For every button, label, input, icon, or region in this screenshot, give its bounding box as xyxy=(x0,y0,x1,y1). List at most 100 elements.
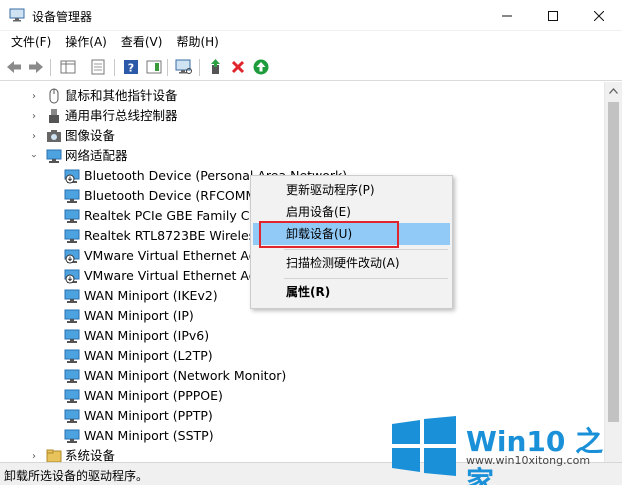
uninstall-toolbar-button[interactable] xyxy=(228,58,248,76)
network-adapter-icon xyxy=(64,209,80,223)
ctx-scan-hardware[interactable]: 扫描检测硬件改动(A) xyxy=(253,252,450,274)
network-adapter-icon xyxy=(64,189,80,203)
tree-category-mice[interactable]: › 鼠标和其他指针设备 xyxy=(0,86,600,106)
tree-device-row[interactable]: WAN Miniport (L2TP) xyxy=(0,346,600,366)
tree-category-label: 图像设备 xyxy=(65,128,116,143)
scroll-thumb[interactable] xyxy=(608,102,619,422)
update-driver-icon xyxy=(211,59,220,74)
monitor-scan-icon xyxy=(175,59,192,74)
camera-icon xyxy=(47,130,61,142)
ctx-properties[interactable]: 属性(R) xyxy=(253,281,450,303)
network-adapter-icon xyxy=(64,389,80,403)
network-adapter-icon xyxy=(64,329,80,343)
usb-icon xyxy=(49,109,59,123)
tree-device-row[interactable]: WAN Miniport (IPv6) xyxy=(0,326,600,346)
tree-device-label: WAN Miniport (IKEv2) xyxy=(84,288,218,303)
toolbar: ? xyxy=(0,54,622,81)
tree-device-label: Realtek PCIe GBE Family Cor xyxy=(84,208,263,223)
action-pane-icon xyxy=(146,60,162,74)
tree-device-label: VMware Virtual Ethernet Ada xyxy=(84,248,265,263)
status-text: 卸载所选设备的驱动程序。 xyxy=(4,469,149,483)
tree-device-row[interactable]: WAN Miniport (IP) xyxy=(0,306,600,326)
tree-category-network-adapters[interactable]: › 网络适配器 xyxy=(0,146,600,166)
menu-action[interactable]: 操作(A) xyxy=(58,32,114,53)
network-adapter-icon xyxy=(64,309,80,323)
chevron-right-icon[interactable]: › xyxy=(28,86,40,106)
windows-logo-icon xyxy=(392,416,456,476)
network-adapter-icon xyxy=(64,229,80,243)
minimize-button[interactable] xyxy=(484,0,530,31)
update-driver-toolbar-button[interactable] xyxy=(206,58,226,76)
tree-category-usb[interactable]: › 通用串行总线控制器 xyxy=(0,106,600,126)
green-up-arrow-icon xyxy=(253,59,269,75)
system-folder-icon xyxy=(46,449,62,462)
tree-category-label: 鼠标和其他指针设备 xyxy=(65,88,178,103)
tree-device-label: WAN Miniport (IPv6) xyxy=(84,328,210,343)
highlight-red-box xyxy=(259,221,399,248)
properties-sheet-icon xyxy=(91,59,105,75)
network-adapter-icon xyxy=(64,409,80,423)
close-icon xyxy=(594,10,604,21)
tree-device-label: WAN Miniport (PPTP) xyxy=(84,408,213,423)
tree-device-label: WAN Miniport (SSTP) xyxy=(84,428,214,443)
toolbar-separator xyxy=(167,59,168,76)
toolbar-separator xyxy=(50,59,51,76)
tree-category-label: 系统设备 xyxy=(65,448,116,462)
ctx-separator xyxy=(284,278,448,279)
ctx-enable-device[interactable]: 启用设备(E) xyxy=(253,201,450,223)
chevron-right-icon[interactable]: › xyxy=(28,126,40,146)
chevron-right-icon[interactable]: › xyxy=(28,106,40,126)
properties-toolbar-button[interactable] xyxy=(88,58,108,76)
maximize-button[interactable] xyxy=(530,0,576,31)
network-adapter-icon xyxy=(64,349,80,363)
vertical-scrollbar[interactable] xyxy=(604,82,622,462)
mouse-icon xyxy=(49,88,59,104)
tree-category-label: 网络适配器 xyxy=(65,148,128,163)
network-adapter-icon xyxy=(46,149,62,163)
tree-device-label: WAN Miniport (L2TP) xyxy=(84,348,213,363)
tree-device-label: WAN Miniport (Network Monitor) xyxy=(84,368,287,383)
console-tree-icon xyxy=(60,60,76,74)
forward-arrow-icon xyxy=(29,61,43,73)
network-adapter-icon xyxy=(64,429,80,443)
enable-device-toolbar-button[interactable] xyxy=(251,58,271,76)
title-bar: 设备管理器 xyxy=(0,0,622,31)
tree-device-label: Realtek RTL8723BE Wireless xyxy=(84,228,262,243)
network-adapter-icon xyxy=(64,289,80,303)
toolbar-separator xyxy=(114,59,115,76)
chevron-up-icon xyxy=(609,87,618,94)
network-adapter-disabled-icon xyxy=(64,169,80,184)
back-button[interactable] xyxy=(4,58,24,76)
tree-device-row[interactable]: WAN Miniport (Network Monitor) xyxy=(0,366,600,386)
menu-file[interactable]: 文件(F) xyxy=(4,32,58,53)
menu-bar: 文件(F) 操作(A) 查看(V) 帮助(H) xyxy=(0,31,622,54)
menu-help[interactable]: 帮助(H) xyxy=(169,32,225,53)
tree-device-label: WAN Miniport (IP) xyxy=(84,308,194,323)
chevron-down-icon[interactable]: › xyxy=(24,150,44,162)
svg-text:?: ? xyxy=(128,62,134,75)
tree-category-imaging[interactable]: › 图像设备 xyxy=(0,126,600,146)
window-title: 设备管理器 xyxy=(32,10,93,24)
network-adapter-disabled-icon xyxy=(64,269,80,284)
help-toolbar-button[interactable]: ? xyxy=(121,58,141,76)
ctx-update-driver[interactable]: 更新驱动程序(P) xyxy=(253,179,450,201)
network-adapter-disabled-icon xyxy=(64,249,80,264)
minimize-icon xyxy=(502,15,512,16)
menu-view[interactable]: 查看(V) xyxy=(114,32,170,53)
tree-device-label: WAN Miniport (PPPOE) xyxy=(84,388,223,403)
action-pane-button[interactable] xyxy=(144,58,164,76)
close-button[interactable] xyxy=(576,0,622,31)
forward-button[interactable] xyxy=(26,58,46,76)
watermark: Win10 之家 www.win10xitong.com xyxy=(384,410,622,485)
device-manager-icon xyxy=(9,8,25,22)
tree-device-label: Bluetooth Device (RFCOMM xyxy=(84,188,257,203)
scan-hardware-toolbar-button[interactable] xyxy=(174,58,194,76)
red-x-icon xyxy=(231,60,245,74)
scroll-up-button[interactable] xyxy=(605,82,622,99)
tree-device-row[interactable]: WAN Miniport (PPPOE) xyxy=(0,386,600,406)
ctx-separator xyxy=(284,249,448,250)
chevron-right-icon[interactable]: › xyxy=(28,446,40,462)
toolbar-separator xyxy=(199,59,200,76)
show-hide-tree-button[interactable] xyxy=(58,58,78,76)
watermark-url: www.win10xitong.com xyxy=(466,454,591,467)
